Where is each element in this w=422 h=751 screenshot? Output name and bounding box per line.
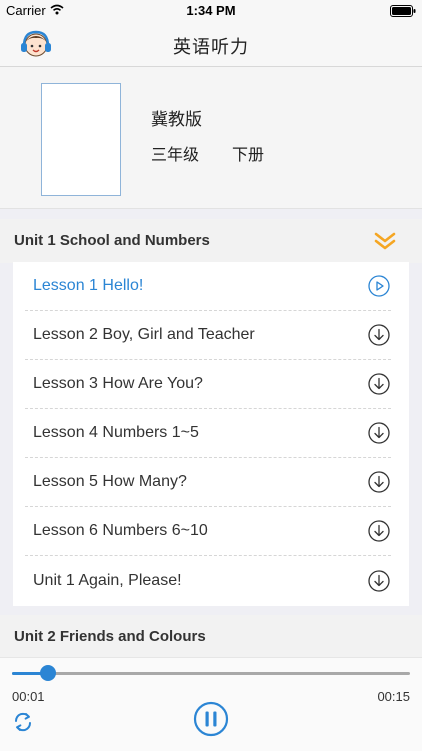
lesson-title: Unit 1 Again, Please! [33,572,182,589]
page-title: 英语听力 [173,37,249,57]
clock-label: 1:34 PM [186,3,236,18]
lesson-title: Lesson 5 How Many? [33,473,187,490]
pause-button[interactable] [193,701,229,742]
download-icon[interactable] [368,570,390,592]
book-cover-image [41,83,121,196]
nav-bar: 英语听力 [0,22,422,67]
list-item[interactable]: Unit 1 Again, Please! [13,557,409,606]
unit-title: Unit 2 Friends and Colours [14,628,206,645]
book-term: 下册 [232,147,265,164]
current-time: 00:01 [12,689,45,704]
total-time: 00:15 [377,689,410,704]
unit-header[interactable]: Unit 1 School and Numbers [0,219,422,263]
status-bar: Carrier 1:34 PM [0,0,422,22]
lesson-title: Lesson 6 Numbers 6~10 [33,522,208,539]
repeat-icon[interactable] [12,711,34,738]
double-chevron-down-icon[interactable] [374,231,396,256]
download-icon[interactable] [368,520,390,542]
audio-player: 00:01 00:15 [0,657,422,751]
list-item[interactable]: Lesson 1 Hello! [13,262,409,311]
lesson-list: Lesson 1 Hello! Lesson 2 Boy, Girl and T… [13,262,409,606]
download-icon[interactable] [368,324,390,346]
lesson-title: Lesson 4 Numbers 1~5 [33,424,199,441]
list-item[interactable]: Lesson 5 How Many? [13,458,409,507]
lesson-title: Lesson 2 Boy, Girl and Teacher [33,326,255,343]
slider-thumb[interactable] [39,665,56,681]
divider [25,555,391,556]
book-publisher: 冀教版 [151,110,202,129]
progress-slider[interactable] [12,665,410,681]
download-icon[interactable] [368,471,390,493]
book-info-panel: 冀教版 三年级 下册 [0,67,422,209]
list-item[interactable]: Lesson 6 Numbers 6~10 [13,507,409,556]
play-circle-icon[interactable] [368,275,390,297]
lesson-title: Lesson 3 How Are You? [33,375,203,392]
lesson-title: Lesson 1 Hello! [33,277,144,294]
list-item[interactable]: Lesson 3 How Are You? [13,360,409,409]
download-icon[interactable] [368,422,390,444]
list-item[interactable]: Lesson 2 Boy, Girl and Teacher [13,311,409,360]
unit-title: Unit 1 School and Numbers [14,232,210,249]
book-grade: 三年级 [151,147,200,164]
list-item[interactable]: Lesson 4 Numbers 1~5 [13,409,409,458]
battery-icon [390,5,416,20]
unit-header[interactable]: Unit 2 Friends and Colours [0,615,422,659]
download-icon[interactable] [368,373,390,395]
